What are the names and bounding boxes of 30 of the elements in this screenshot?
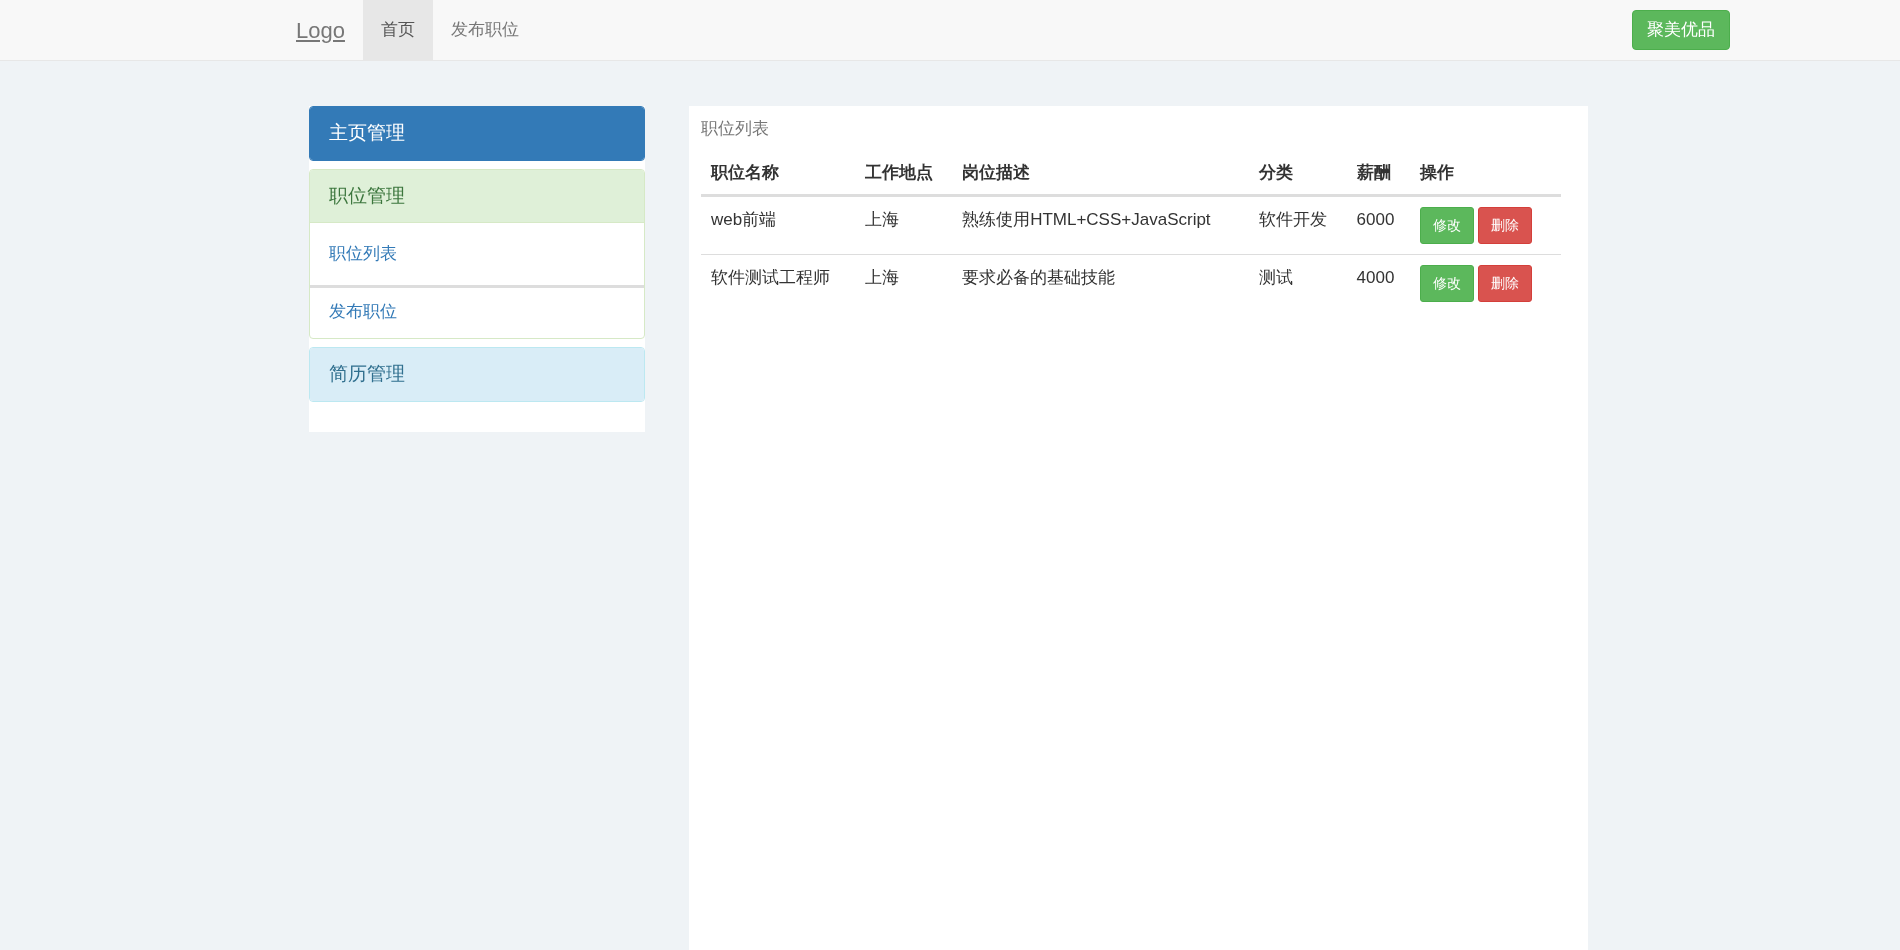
delete-button[interactable]: 删除: [1478, 265, 1533, 302]
edit-button[interactable]: 修改: [1420, 207, 1475, 244]
column-header: 薪酬: [1346, 151, 1411, 196]
column-header: 分类: [1249, 151, 1347, 196]
table-cell: web前端: [701, 195, 855, 255]
panel-title: 职位列表: [701, 118, 770, 140]
table-cell: 软件开发: [1249, 195, 1347, 255]
table-cell: 要求必备的基础技能: [952, 254, 1250, 312]
brand-logo[interactable]: Logo: [296, 0, 363, 60]
nav-tab[interactable]: 首页: [362, 0, 433, 60]
table-cell: 4000: [1346, 254, 1411, 312]
table-cell: 测试: [1249, 254, 1347, 312]
table-cell: 上海: [854, 195, 953, 255]
table-cell: 上海: [854, 254, 953, 312]
column-header: 岗位描述: [952, 151, 1250, 196]
header-button[interactable]: 聚美优品: [1632, 10, 1730, 50]
column-header: 工作地点: [854, 151, 953, 196]
edit-button[interactable]: 修改: [1420, 265, 1475, 302]
column-header: 职位名称: [701, 151, 855, 196]
table-cell: 熟练使用HTML+CSS+JavaScript: [952, 195, 1250, 255]
table-cell: 6000: [1346, 195, 1411, 255]
panel-heading[interactable]: 职位管理: [310, 169, 644, 223]
panel-heading[interactable]: 简历管理: [310, 348, 644, 401]
delete-button[interactable]: 删除: [1478, 207, 1533, 244]
panel-heading[interactable]: 主页管理: [310, 107, 644, 160]
table-cell: 软件测试工程师: [701, 254, 855, 312]
column-header: 操作: [1410, 151, 1561, 196]
sidebar-link[interactable]: 发布职位: [310, 284, 644, 338]
sidebar-link[interactable]: 职位列表: [310, 223, 644, 285]
nav-tab[interactable]: 发布职位: [432, 0, 537, 60]
